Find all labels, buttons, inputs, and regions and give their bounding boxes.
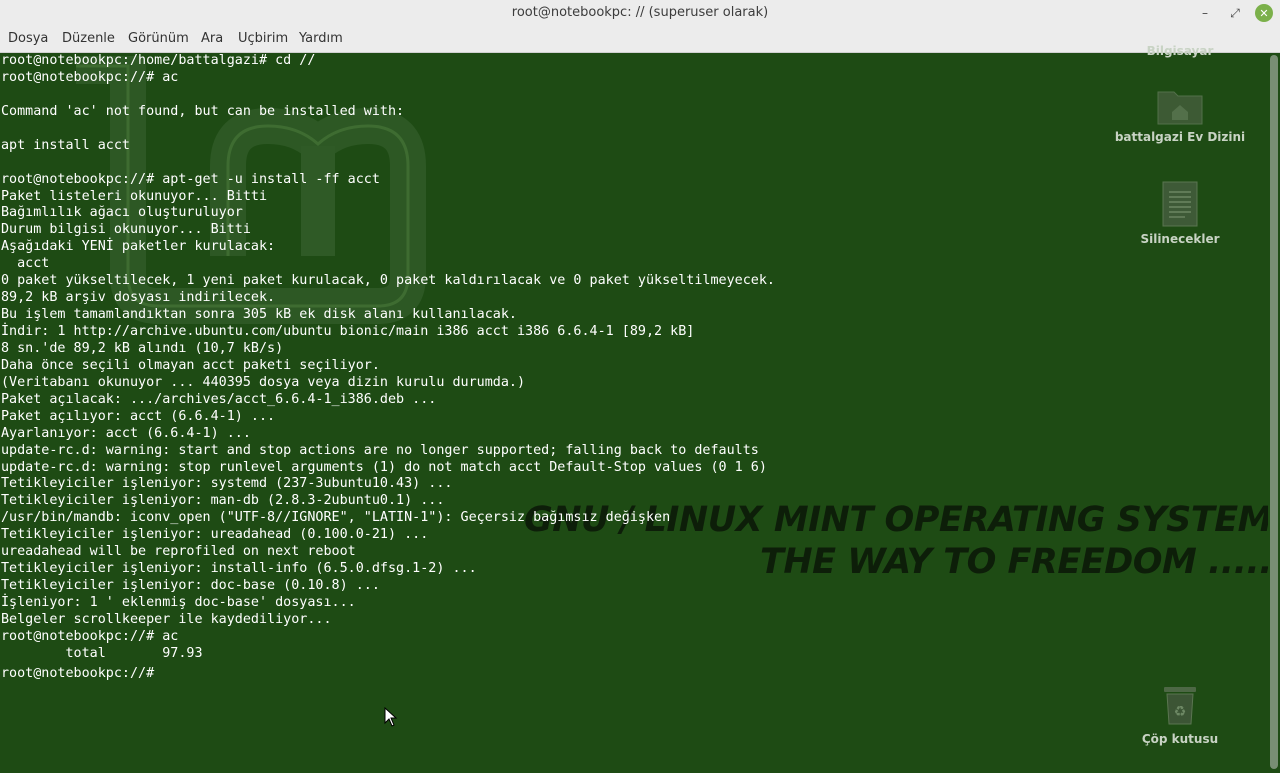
- close-icon: ✕: [1259, 6, 1269, 20]
- desktop-icon-label: battalgazi Ev Dizini: [1114, 130, 1246, 144]
- desktop-icon-home[interactable]: battalgazi Ev Dizini: [1110, 86, 1250, 144]
- window-title: root@notebookpc: // (superuser olarak): [511, 5, 769, 20]
- terminal-line: Tetikleyiciler işleniyor: systemd (237-3…: [1, 476, 453, 492]
- terminal-line: (Veritabanı okunuyor ... 440395 dosya ve…: [1, 374, 526, 390]
- close-button[interactable]: ✕: [1255, 4, 1273, 22]
- terminal-line: Belgeler scrollkeeper ile kaydediliyor..…: [1, 611, 332, 627]
- menu-dosya[interactable]: Dosya: [8, 31, 48, 46]
- trash-icon: ♻: [1164, 687, 1196, 725]
- menu-yardim[interactable]: Yardım: [299, 31, 343, 46]
- minimize-icon: –: [1202, 6, 1208, 20]
- terminal-line: /usr/bin/mandb: iconv_open ("UTF-8//IGNO…: [1, 510, 671, 526]
- menu-duzenle[interactable]: Düzenle: [62, 31, 115, 46]
- menu-ara[interactable]: Ara: [201, 31, 223, 46]
- terminal-line: Paket açılıyor: acct (6.6.4-1) ...: [1, 408, 276, 424]
- terminal-line: Tetikleyiciler işleniyor: install-info (…: [1, 561, 477, 577]
- terminal-scrollbar[interactable]: [1268, 53, 1280, 773]
- terminal-line: root@notebookpc:/home/battalgazi# cd //: [1, 53, 316, 68]
- home-folder-icon: [1157, 91, 1203, 125]
- terminal-line: Bu işlem tamamlandıktan sonra 305 kB ek …: [1, 307, 517, 323]
- document-icon: [1162, 181, 1198, 227]
- terminal-line: 89,2 kB arşiv dosyası indirilecek.: [1, 290, 276, 306]
- terminal-line: root@notebookpc://#: [1, 665, 163, 681]
- terminal-line: İndir: 1 http://archive.ubuntu.com/ubunt…: [1, 324, 695, 339]
- menu-ucbirim[interactable]: Uçbirim: [238, 31, 288, 46]
- terminal-line: Ayarlanıyor: acct (6.6.4-1) ...: [1, 425, 251, 441]
- scrollbar-thumb[interactable]: [1270, 55, 1278, 769]
- terminal-line: update-rc.d: warning: stop runlevel argu…: [1, 459, 767, 475]
- terminal-output: root@notebookpc:/home/battalgazi# cd //r…: [1, 53, 775, 681]
- terminal-line: Bağımlılık ağacı oluşturuluyor: [1, 205, 243, 221]
- terminal-line: Tetikleyiciler işleniyor: doc-base (0.10…: [1, 578, 380, 594]
- mouse-pointer-icon: [384, 707, 398, 727]
- terminal-line: update-rc.d: warning: start and stop act…: [1, 442, 759, 458]
- desktop-icon-computer[interactable]: Bilgisayar: [1110, 44, 1250, 58]
- terminal-line: Tetikleyiciler işleniyor: ureadahead (0.…: [1, 527, 429, 543]
- terminal-line: Command 'ac' not found, but can be insta…: [1, 103, 405, 119]
- terminal-line: root@notebookpc://# ac: [1, 628, 179, 644]
- menu-gorunum[interactable]: Görünüm: [128, 31, 189, 46]
- window-titlebar[interactable]: root@notebookpc: // (superuser olarak) –…: [0, 0, 1280, 26]
- terminal-line: Tetikleyiciler işleniyor: man-db (2.8.3-…: [1, 493, 445, 509]
- desktop-icon-label: Çöp kutusu: [1141, 732, 1219, 746]
- terminal-line: Daha önce seçili olmayan acct paketi seç…: [1, 357, 380, 373]
- minimize-button[interactable]: –: [1196, 4, 1214, 22]
- maximize-icon: ⤢: [1230, 5, 1240, 20]
- terminal-line: İşleniyor: 1 ' eklenmiş doc-base' dosyas…: [1, 595, 356, 610]
- maximize-button[interactable]: ⤢: [1226, 4, 1244, 22]
- desktop-icon-label: Bilgisayar: [1146, 44, 1214, 58]
- desktop-icon-label: Silinecekler: [1140, 232, 1220, 246]
- terminal-line: ureadahead will be reprofiled on next re…: [1, 544, 356, 560]
- desktop-icon-trash[interactable]: ♻ Çöp kutusu: [1110, 684, 1250, 746]
- terminal-line: root@notebookpc://# apt-get -u install -…: [1, 171, 380, 187]
- terminal-line: total 97.93: [1, 645, 203, 661]
- terminal-line: apt install acct: [1, 137, 130, 153]
- terminal-line: Durum bilgisi okunuyor... Bitti: [1, 222, 251, 238]
- svg-text:♻: ♻: [1174, 704, 1187, 720]
- terminal-line: root@notebookpc://# ac: [1, 69, 179, 85]
- desktop-icon-silinecekler[interactable]: Silinecekler: [1110, 180, 1250, 246]
- terminal-line: Aşağıdaki YENİ paketler kurulacak:: [1, 239, 276, 255]
- terminal-line: acct: [1, 256, 50, 272]
- terminal-line: 0 paket yükseltilecek, 1 yeni paket kuru…: [1, 273, 775, 289]
- terminal-line: Paket listeleri okunuyor... Bitti: [1, 188, 268, 204]
- menu-bar: Dosya Düzenle Görünüm Ara Uçbirim Yardım: [0, 26, 1280, 53]
- terminal-line: 8 sn.'de 89,2 kB alındı (10,7 kB/s): [1, 340, 284, 356]
- terminal-line: Paket açılacak: .../archives/acct_6.6.4-…: [1, 391, 437, 407]
